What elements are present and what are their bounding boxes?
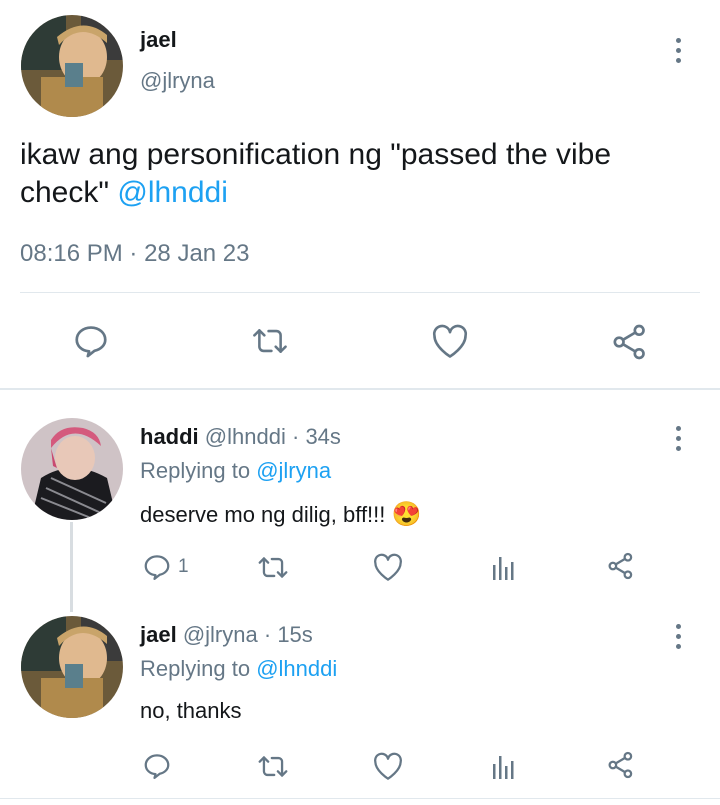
- tweet-body: ikaw ang personification ng "passed the …: [20, 138, 612, 209]
- replying-to: Replying to @jlryna: [140, 458, 331, 484]
- reply-age: 15s: [277, 622, 313, 647]
- retweet-icon[interactable]: [250, 324, 290, 358]
- analytics-icon[interactable]: [492, 752, 518, 780]
- reply-author-name[interactable]: jael: [140, 622, 177, 647]
- share-icon[interactable]: [606, 551, 636, 581]
- reply-header: jael @jlryna · 15s: [140, 622, 313, 648]
- replying-to-label: Replying to: [140, 656, 251, 681]
- replying-to-link[interactable]: @jlryna: [256, 458, 331, 483]
- like-icon[interactable]: [430, 323, 470, 359]
- bottom-divider: [0, 798, 720, 799]
- replying-to: Replying to @lhnddi: [140, 656, 337, 682]
- reply-avatar[interactable]: [21, 616, 123, 718]
- timestamp: 08:16 PM · 28 Jan 23: [20, 240, 250, 268]
- avatar-photo: [21, 15, 123, 117]
- reply-avatar-photo: [21, 418, 123, 520]
- tweet-time: 08:16 PM: [20, 240, 123, 267]
- heart-eyes-emoji: 😍: [391, 501, 422, 528]
- thread-line: [70, 522, 73, 612]
- reply-text: deserve mo ng dilig, bff!!! 😍: [140, 500, 421, 529]
- reply-author-handle[interactable]: @lhnddi: [205, 424, 286, 449]
- like-icon[interactable]: [372, 751, 404, 781]
- more-vertical-icon[interactable]: [676, 624, 684, 654]
- avatar[interactable]: [21, 15, 123, 117]
- share-icon[interactable]: [606, 750, 636, 780]
- reply-icon[interactable]: [142, 552, 172, 582]
- tweet-date: 28 Jan 23: [144, 240, 250, 267]
- more-vertical-icon[interactable]: [676, 426, 684, 456]
- reply-body: deserve mo ng dilig, bff!!!: [140, 502, 386, 527]
- author-handle[interactable]: @jlryna: [140, 68, 215, 94]
- divider: [20, 292, 700, 293]
- reply-count: 1: [178, 556, 189, 577]
- reply-avatar[interactable]: [21, 418, 123, 520]
- reply-header: haddi @lhnddi · 34s: [140, 424, 341, 450]
- retweet-icon[interactable]: [256, 752, 290, 781]
- reply-avatar-photo: [21, 616, 123, 718]
- reply-author-handle[interactable]: @jlryna: [183, 622, 258, 647]
- replying-to-link[interactable]: @lhnddi: [256, 656, 337, 681]
- replying-to-label: Replying to: [140, 458, 251, 483]
- more-vertical-icon[interactable]: [676, 38, 684, 68]
- reply-age: 34s: [305, 424, 341, 449]
- analytics-icon[interactable]: [492, 553, 518, 581]
- share-icon[interactable]: [610, 322, 650, 362]
- author-name[interactable]: jael: [140, 27, 177, 53]
- like-icon[interactable]: [372, 552, 404, 582]
- dot-separator: ·: [291, 424, 300, 449]
- retweet-icon[interactable]: [256, 553, 290, 582]
- reply-icon[interactable]: [72, 322, 110, 360]
- time-separator: ·: [129, 240, 138, 267]
- reply-icon[interactable]: [142, 751, 172, 781]
- reply-text: no, thanks: [140, 698, 242, 723]
- section-divider: [0, 388, 720, 390]
- reply-author-name[interactable]: haddi: [140, 424, 199, 449]
- dot-separator: ·: [263, 622, 272, 647]
- mention-link[interactable]: @lhnddi: [117, 176, 228, 209]
- tweet-text: ikaw ang personification ng "passed the …: [20, 136, 700, 212]
